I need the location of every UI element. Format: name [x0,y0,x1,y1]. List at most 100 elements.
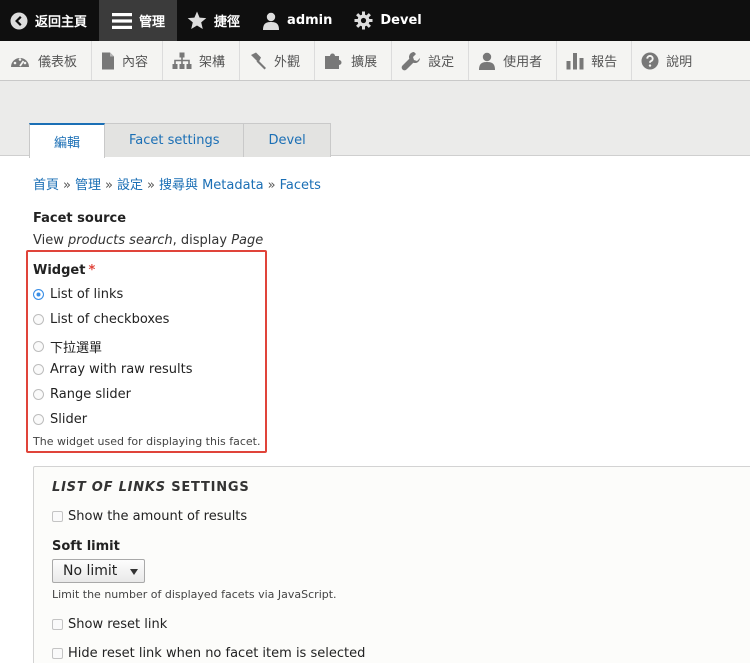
tray-label: 使用者 [503,55,543,70]
facet-source-label: Facet source [33,211,127,226]
tray-label: 報告 [591,55,618,70]
puzzle-icon [324,52,344,70]
tray-item-reports[interactable]: 報告 [557,41,633,80]
tray-item-people[interactable]: 使用者 [469,41,558,80]
shortcuts-tab[interactable]: 捷徑 [177,0,252,41]
breadcrumb-search-metadata[interactable]: 搜尋與 Metadata [159,178,264,193]
dropdown-caret-icon [130,569,138,575]
breadcrumb-separator: » [267,178,276,193]
show-reset-checkbox-row[interactable]: Show reset link [52,617,167,632]
person-icon [478,52,496,70]
user-icon [262,12,280,30]
back-label: 返回主頁 [35,15,88,30]
tab-facet-settings[interactable]: Facet settings [104,123,245,157]
radio-selected[interactable] [33,289,44,300]
widget-option-label: Slider [50,412,88,427]
back-to-site-link[interactable]: 返回主頁 [0,0,99,41]
tray-item-extend[interactable]: 擴展 [315,41,393,80]
show-amount-checkbox[interactable] [52,511,63,522]
show-reset-checkbox[interactable] [52,619,63,630]
tray-item-structure[interactable]: 架構 [163,41,241,80]
breadcrumb-separator: » [63,178,71,193]
tray-item-dashboard[interactable]: 儀表板 [0,41,93,80]
tray-label: 外觀 [274,55,301,70]
manage-label: 管理 [139,15,166,30]
facet-source-view: products search [67,233,173,248]
breadcrumb-admin[interactable]: 管理 [75,178,101,193]
tab-devel[interactable]: Devel [243,123,331,157]
list-of-links-settings: LIST OF LINKS SETTINGS Show the amount o… [33,466,750,663]
widget-option-label: 下拉選單 [50,341,103,356]
admin-tray: 儀表板 內容 架構 外觀 擴展 設定 使用者 報告 說明 [0,41,750,81]
tray-item-config[interactable]: 設定 [392,41,470,80]
tray-label: 擴展 [351,55,378,70]
settings-title: LIST OF LINKS SETTINGS [52,480,250,495]
show-amount-label: Show the amount of results [68,509,248,524]
facet-source-display: Page [231,233,264,248]
show-amount-checkbox-row[interactable]: Show the amount of results [52,509,247,524]
dashboard-gauge-icon [9,53,31,69]
facet-source-prefix: View [33,233,68,248]
widget-option[interactable]: Range slider [33,387,131,402]
soft-limit-label: Soft limit [52,539,120,554]
show-reset-label: Show reset link [68,617,168,632]
paintbrush-icon [249,52,267,70]
radio-button[interactable] [33,364,44,375]
shortcuts-label: 捷徑 [214,15,241,30]
star-icon [187,11,207,30]
wrench-icon [401,51,421,71]
gear-icon [354,11,373,30]
radio-button[interactable] [33,389,44,400]
widget-option[interactable]: Array with raw results [33,362,193,377]
widget-option[interactable]: List of checkboxes [33,312,169,327]
radio-button[interactable] [33,414,44,425]
devel-label: Devel [380,13,422,28]
document-icon [101,52,115,70]
breadcrumb-separator: » [105,178,113,193]
widget-label-text: Widget [33,263,86,278]
widget-label: Widget * [33,263,95,278]
soft-limit-description: Limit the number of displayed facets via… [52,588,337,601]
user-label: admin [287,13,333,28]
admin-toolbar: 返回主頁 管理 捷徑 admin Devel [0,0,750,41]
soft-limit-select[interactable]: No limit [52,559,145,583]
widget-option[interactable]: Slider [33,412,87,427]
widget-option-label: Range slider [50,387,131,402]
tray-item-content[interactable]: 內容 [92,41,164,80]
widget-option-label: List of checkboxes [50,312,170,327]
tray-label: 儀表板 [38,55,78,70]
user-tab[interactable]: admin [252,0,344,41]
manage-tab[interactable]: 管理 [99,0,178,41]
hide-reset-checkbox-row[interactable]: Hide reset link when no facet item is se… [52,646,365,661]
hamburger-icon [112,12,133,29]
settings-title-widget: LIST OF LINKS [52,480,166,495]
facet-source-value: View products search, display Page [33,233,263,248]
radio-button[interactable] [33,341,44,352]
tray-label: 內容 [122,55,149,70]
tray-item-help[interactable]: 說明 [632,41,706,80]
bar-chart-icon [566,52,584,70]
facet-source-middle: , display [172,233,232,248]
settings-title-suffix: SETTINGS [165,480,250,495]
widget-option[interactable]: 下拉選單 [33,337,102,356]
tray-label: 架構 [199,55,226,70]
structure-tree-icon [172,52,192,70]
radio-button[interactable] [33,314,44,325]
tray-label: 說明 [666,55,693,70]
local-tasks-bar: 編輯 Facet settings Devel [0,81,750,158]
tab-edit[interactable]: 編輯 [29,123,106,158]
help-question-icon [641,52,659,70]
soft-limit-value: No limit [63,563,118,579]
breadcrumb-config[interactable]: 設定 [117,178,143,193]
required-marker: * [88,263,96,278]
hide-reset-checkbox[interactable] [52,648,63,659]
tray-label: 設定 [428,55,455,70]
breadcrumb-facets[interactable]: Facets [280,178,321,193]
breadcrumb-separator: » [146,178,155,193]
widget-option-label: Array with raw results [50,362,193,377]
widget-fieldset: Widget * List of links List of checkboxes 下… [26,250,267,453]
tray-item-appearance[interactable]: 外觀 [240,41,316,80]
breadcrumb-home[interactable]: 首頁 [33,178,59,193]
devel-tab[interactable]: Devel [344,0,433,41]
widget-option[interactable]: List of links [33,287,123,302]
